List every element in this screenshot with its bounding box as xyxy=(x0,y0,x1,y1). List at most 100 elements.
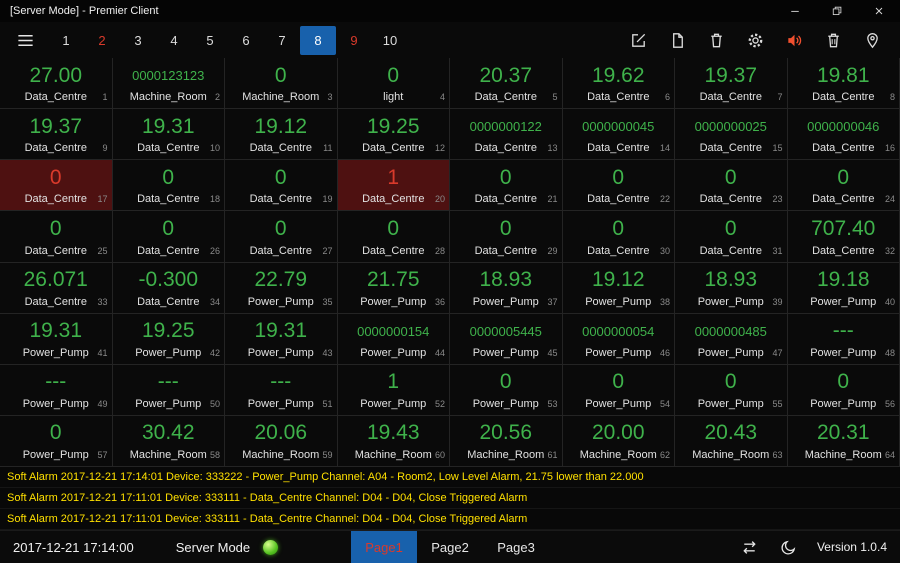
channel-cell[interactable]: -0.300 Data_Centre 34 xyxy=(112,262,225,314)
channel-cell[interactable]: 0000123123 Machine_Room 2 xyxy=(112,58,225,110)
channel-cell[interactable]: --- Power_Pump 48 xyxy=(787,313,900,365)
settings-icon[interactable] xyxy=(743,28,767,52)
channel-label: Power_Pump xyxy=(585,397,652,410)
channel-cell[interactable]: --- Power_Pump 50 xyxy=(112,364,225,416)
channel-cell[interactable]: 19.25 Power_Pump 42 xyxy=(112,313,225,365)
channel-cell[interactable]: 19.62 Data_Centre 6 xyxy=(562,58,675,110)
channel-cell[interactable]: 19.31 Power_Pump 41 xyxy=(0,313,113,365)
channel-cell[interactable]: 19.25 Data_Centre 12 xyxy=(337,109,450,161)
minimize-button[interactable] xyxy=(774,0,816,22)
page-number-button[interactable]: 7 xyxy=(264,26,300,55)
menu-icon[interactable] xyxy=(10,26,40,54)
channel-value: --- xyxy=(45,370,67,394)
file-icon[interactable] xyxy=(665,28,689,52)
channel-cell[interactable]: 22.79 Power_Pump 35 xyxy=(225,262,338,314)
page-number-button[interactable]: 3 xyxy=(120,26,156,55)
channel-cell[interactable]: 0 Data_Centre 23 xyxy=(675,160,788,212)
page-number-button[interactable]: 9 xyxy=(336,26,372,55)
channel-cell[interactable]: 0 Power_Pump 56 xyxy=(787,364,900,416)
channel-cell[interactable]: 18.93 Power_Pump 37 xyxy=(450,262,563,314)
channel-cell[interactable]: 20.06 Machine_Room 59 xyxy=(225,415,338,467)
channel-cell[interactable]: 20.43 Machine_Room 63 xyxy=(675,415,788,467)
page-tab[interactable]: Page1 xyxy=(351,531,417,563)
maximize-button[interactable] xyxy=(816,0,858,22)
page-number-button[interactable]: 1 xyxy=(48,26,84,55)
location-icon[interactable] xyxy=(860,28,884,52)
channel-cell[interactable]: 0000000122 Data_Centre 13 xyxy=(450,109,563,161)
channel-cell[interactable]: 20.00 Machine_Room 62 xyxy=(562,415,675,467)
channel-label: Data_Centre xyxy=(137,295,200,308)
page-tab[interactable]: Page3 xyxy=(483,531,549,563)
channel-cell[interactable]: 0 Data_Centre 26 xyxy=(112,211,225,263)
channel-cell[interactable]: 19.18 Power_Pump 40 xyxy=(787,262,900,314)
channel-cell[interactable]: 0 Power_Pump 57 xyxy=(0,415,113,467)
channel-label: Machine_Room xyxy=(129,91,207,104)
channel-cell[interactable]: 0 Machine_Room 3 xyxy=(225,58,338,110)
page-number-button[interactable]: 8 xyxy=(300,25,336,55)
channel-cell[interactable]: 30.42 Machine_Room 58 xyxy=(112,415,225,467)
page-number-button[interactable]: 10 xyxy=(372,26,408,55)
channel-cell[interactable]: 0 Data_Centre 24 xyxy=(787,160,900,212)
channel-cell[interactable]: 20.31 Machine_Room 64 xyxy=(787,415,900,467)
channel-cell[interactable]: 0 light 4 xyxy=(337,58,450,110)
channel-cell[interactable]: 20.37 Data_Centre 5 xyxy=(450,58,563,110)
channel-cell[interactable]: --- Power_Pump 49 xyxy=(0,364,113,416)
channel-cell[interactable]: 0000000054 Power_Pump 46 xyxy=(562,313,675,365)
channel-cell[interactable]: 0 Power_Pump 53 xyxy=(450,364,563,416)
channel-cell[interactable]: 0 Data_Centre 31 xyxy=(675,211,788,263)
channel-cell[interactable]: 27.00 Data_Centre 1 xyxy=(0,58,113,110)
channel-cell[interactable]: --- Power_Pump 51 xyxy=(225,364,338,416)
channel-cell[interactable]: 0 Data_Centre 30 xyxy=(562,211,675,263)
channel-cell[interactable]: 19.37 Data_Centre 9 xyxy=(0,109,113,161)
clear-alarm-icon[interactable] xyxy=(821,28,845,52)
sound-icon[interactable] xyxy=(782,28,806,52)
night-mode-icon[interactable] xyxy=(778,536,800,558)
channel-cell[interactable]: 20.56 Machine_Room 61 xyxy=(450,415,563,467)
channel-cell[interactable]: 19.31 Data_Centre 10 xyxy=(112,109,225,161)
edit-icon[interactable] xyxy=(626,28,650,52)
channel-cell[interactable]: 1 Data_Centre 20 xyxy=(337,160,450,212)
channel-cell[interactable]: 0 Data_Centre 18 xyxy=(112,160,225,212)
channel-cell[interactable]: 19.12 Data_Centre 11 xyxy=(225,109,338,161)
channel-cell[interactable]: 0 Data_Centre 28 xyxy=(337,211,450,263)
channel-cell[interactable]: 0000005445 Power_Pump 45 xyxy=(450,313,563,365)
channel-label: Power_Pump xyxy=(810,397,877,410)
page-number-button[interactable]: 2 xyxy=(84,26,120,55)
channel-cell[interactable]: 0 Data_Centre 25 xyxy=(0,211,113,263)
channel-cell[interactable]: 0 Data_Centre 17 xyxy=(0,160,113,212)
channel-cell[interactable]: 19.81 Data_Centre 8 xyxy=(787,58,900,110)
channel-cell[interactable]: 19.37 Data_Centre 7 xyxy=(675,58,788,110)
channel-cell[interactable]: 0 Data_Centre 27 xyxy=(225,211,338,263)
toolbar: 1 2 3 4 5 6 7 8 9 10 xyxy=(0,22,900,58)
channel-cell[interactable]: 19.43 Machine_Room 60 xyxy=(337,415,450,467)
channel-cell[interactable]: 0 Data_Centre 21 xyxy=(450,160,563,212)
channel-cell[interactable]: 19.12 Power_Pump 38 xyxy=(562,262,675,314)
channel-cell[interactable]: 1 Power_Pump 52 xyxy=(337,364,450,416)
channel-cell[interactable]: 0000000154 Power_Pump 44 xyxy=(337,313,450,365)
page-number-button[interactable]: 4 xyxy=(156,26,192,55)
close-button[interactable] xyxy=(858,0,900,22)
channel-cell[interactable]: 0000000045 Data_Centre 14 xyxy=(562,109,675,161)
trash-icon[interactable] xyxy=(704,28,728,52)
alarm-log-row[interactable]: Soft Alarm 2017-12-21 17:14:01 Device: 3… xyxy=(0,467,900,488)
channel-cell[interactable]: 0000000046 Data_Centre 16 xyxy=(787,109,900,161)
channel-cell[interactable]: 0 Data_Centre 22 xyxy=(562,160,675,212)
channel-cell[interactable]: 0000000485 Power_Pump 47 xyxy=(675,313,788,365)
channel-cell[interactable]: 707.40 Data_Centre 32 xyxy=(787,211,900,263)
channel-cell[interactable]: 18.93 Power_Pump 39 xyxy=(675,262,788,314)
channel-cell[interactable]: 0000000025 Data_Centre 15 xyxy=(675,109,788,161)
channel-cell[interactable]: 0 Data_Centre 19 xyxy=(225,160,338,212)
alarm-log-row[interactable]: Soft Alarm 2017-12-21 17:11:01 Device: 3… xyxy=(0,509,900,530)
page-number-button[interactable]: 6 xyxy=(228,26,264,55)
page-tab[interactable]: Page2 xyxy=(417,531,483,563)
sync-icon[interactable] xyxy=(739,536,761,558)
channel-cell[interactable]: 26.071 Data_Centre 33 xyxy=(0,262,113,314)
alarm-log-row[interactable]: Soft Alarm 2017-12-21 17:11:01 Device: 3… xyxy=(0,488,900,509)
channel-cell[interactable]: 19.31 Power_Pump 43 xyxy=(225,313,338,365)
channel-value: 19.31 xyxy=(254,319,308,343)
channel-cell[interactable]: 0 Power_Pump 55 xyxy=(675,364,788,416)
channel-cell[interactable]: 0 Data_Centre 29 xyxy=(450,211,563,263)
page-number-button[interactable]: 5 xyxy=(192,26,228,55)
channel-cell[interactable]: 21.75 Power_Pump 36 xyxy=(337,262,450,314)
channel-cell[interactable]: 0 Power_Pump 54 xyxy=(562,364,675,416)
